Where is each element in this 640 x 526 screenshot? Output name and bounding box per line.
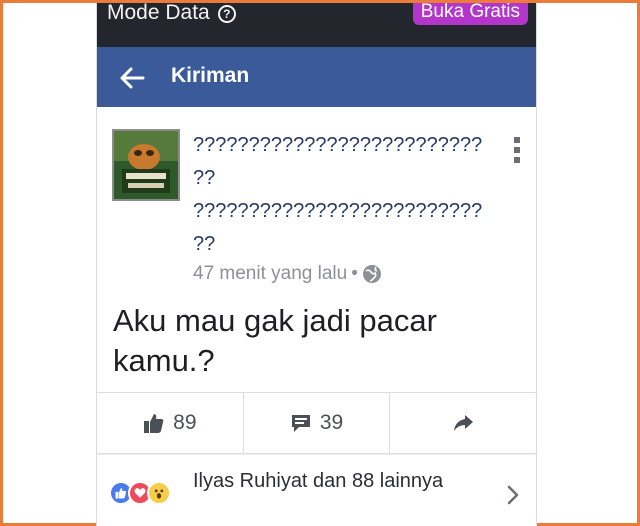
top-nav-bar: Kiriman <box>97 47 536 107</box>
post-actions-bar: 89 39 <box>97 392 536 454</box>
share-button[interactable] <box>390 393 536 453</box>
author-name[interactable]: ?????????????????????????? ?? ??????????… <box>193 129 503 261</box>
mode-data-indicator[interactable]: Mode Data ? <box>107 3 236 25</box>
buka-gratis-button[interactable]: Buka Gratis <box>412 3 528 25</box>
reactions-summary[interactable]: Ilyas Ruhiyat dan 88 lainnya <box>97 454 536 526</box>
page-title: Kiriman <box>171 64 250 87</box>
globe-icon <box>362 265 381 283</box>
comment-icon <box>291 415 310 432</box>
reaction-summary-text: Ilyas Ruhiyat dan 88 lainnya <box>193 470 444 492</box>
more-options-icon[interactable] <box>514 137 520 163</box>
chevron-right-icon[interactable] <box>506 485 520 505</box>
phone-screen: Mode Data ? Buka Gratis Kiriman ????????… <box>96 3 537 526</box>
post-body-text: Aku mau gak jadi pacar kamu.? <box>113 303 437 378</box>
timestamp-separator: • <box>351 263 358 284</box>
timestamp-text: 47 menit yang lalu <box>193 263 348 284</box>
mode-data-label: Mode Data <box>107 3 210 24</box>
wow-reaction-icon <box>147 481 171 505</box>
post-timestamp[interactable]: 47 menit yang lalu • <box>193 263 382 285</box>
post-header: ?????????????????????????? ?? ??????????… <box>97 107 536 293</box>
like-button[interactable]: 89 <box>97 393 244 453</box>
comment-count: 39 <box>319 411 344 434</box>
like-count: 89 <box>173 411 197 434</box>
share-arrow-icon <box>454 415 474 431</box>
help-icon[interactable]: ? <box>217 5 236 23</box>
avatar-image <box>114 131 178 199</box>
avatar[interactable] <box>112 129 180 201</box>
thumbs-up-icon <box>144 414 164 433</box>
comment-button[interactable]: 39 <box>244 393 391 453</box>
status-bar: Mode Data ? Buka Gratis <box>97 3 536 47</box>
arrow-left-icon[interactable] <box>119 65 145 91</box>
reaction-icons <box>109 481 171 505</box>
image-frame: Mode Data ? Buka Gratis Kiriman ????????… <box>3 3 637 526</box>
